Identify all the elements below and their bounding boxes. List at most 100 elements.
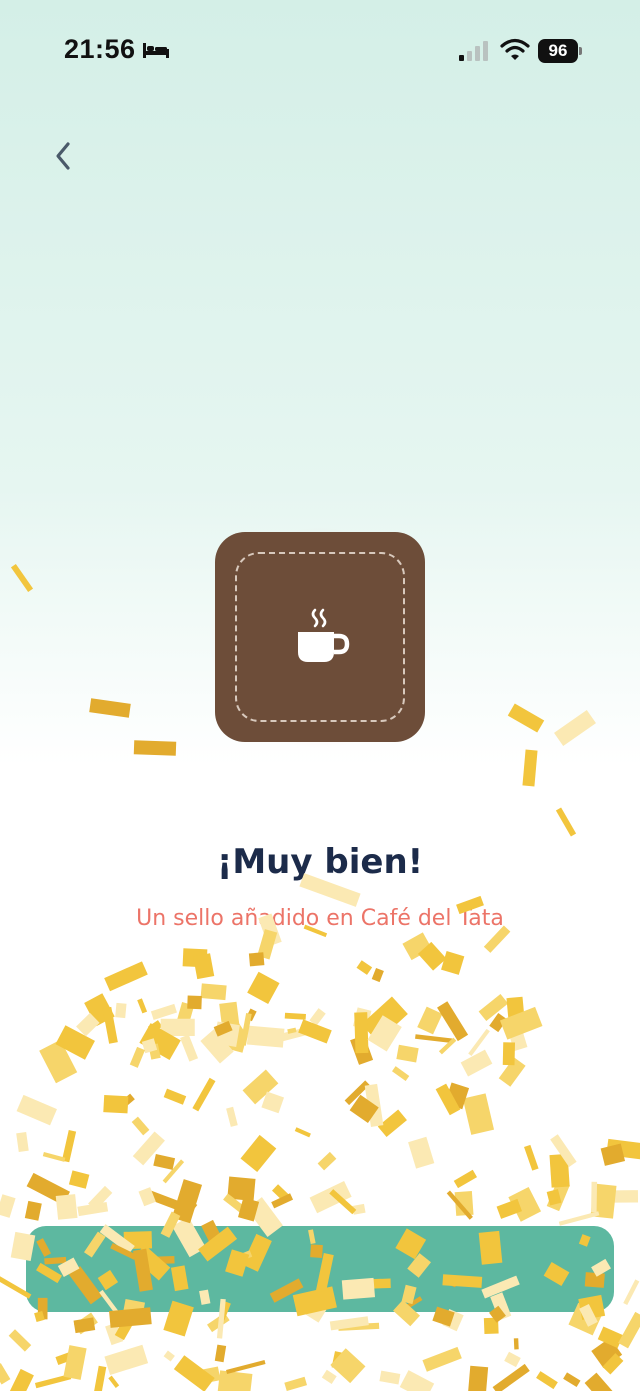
confetti-piece <box>284 1012 306 1020</box>
confetti-piece <box>240 1012 252 1046</box>
confetti-piece <box>402 932 432 961</box>
confetti-piece <box>177 1002 195 1024</box>
confetti-piece <box>141 1038 158 1054</box>
confetti-piece <box>10 563 34 593</box>
confetti-piece <box>271 1193 294 1209</box>
confetti-piece <box>356 960 373 975</box>
confetti-piece <box>16 1094 57 1126</box>
status-bar: 21:56 96 <box>0 0 640 100</box>
confetti-piece <box>73 1317 96 1334</box>
confetti-piece <box>321 1369 337 1384</box>
back-button[interactable] <box>40 132 88 180</box>
confetti-piece <box>218 1027 248 1053</box>
confetti-piece <box>39 1039 78 1084</box>
confetti-piece <box>330 1348 366 1384</box>
confetti-piece <box>454 1191 474 1216</box>
confetti-piece <box>444 1082 470 1110</box>
confetti-piece <box>437 1001 469 1042</box>
confetti-piece <box>309 1180 352 1214</box>
confetti-piece <box>214 1344 227 1363</box>
confetti-piece <box>344 1080 370 1106</box>
confetti-piece <box>506 996 525 1020</box>
confetti-piece <box>396 1044 419 1063</box>
confetti-piece <box>115 1002 127 1019</box>
confetti-piece <box>261 1091 285 1114</box>
confetti-piece <box>213 1021 240 1047</box>
confetti-piece <box>377 1109 407 1138</box>
confetti-piece <box>522 749 538 787</box>
confetti-piece <box>599 1190 639 1203</box>
confetti-piece <box>248 952 265 967</box>
confetti-piece <box>399 1370 435 1391</box>
confetti-piece <box>237 1197 260 1222</box>
confetti-piece <box>139 1023 181 1061</box>
confetti-piece <box>460 1049 493 1077</box>
confetti-piece <box>132 1131 165 1166</box>
confetti-piece <box>467 1365 489 1391</box>
confetti-piece <box>317 1151 337 1171</box>
confetti-piece <box>88 1185 113 1211</box>
confetti-piece <box>597 1326 624 1349</box>
confetti-piece <box>50 1185 66 1201</box>
confetti-piece <box>546 1180 570 1212</box>
confetti-piece <box>417 1006 443 1035</box>
confetti-piece <box>349 1094 379 1124</box>
confetti-piece <box>247 971 280 1005</box>
confetti-piece <box>153 1154 176 1170</box>
confetti-piece <box>371 967 384 983</box>
confetti-piece <box>550 1134 577 1167</box>
confetti-piece <box>558 1211 600 1226</box>
confetti-piece <box>563 1372 581 1388</box>
confetti-piece <box>148 1043 161 1060</box>
confetti-piece <box>173 1355 215 1391</box>
confetti-piece <box>606 1138 640 1160</box>
confetti-piece <box>499 1006 543 1040</box>
confetti-piece <box>228 1021 245 1039</box>
battery-icon: 96 <box>538 39 582 63</box>
confetti-piece <box>26 1172 70 1206</box>
confetti-piece <box>483 1317 499 1334</box>
success-title: ¡Muy bien! <box>216 842 424 882</box>
confetti-piece <box>120 1093 135 1108</box>
confetti-piece <box>309 1008 326 1026</box>
bed-icon <box>143 43 169 58</box>
confetti-piece <box>272 1184 291 1203</box>
confetti-piece <box>34 1310 45 1323</box>
confetti-piece <box>143 1188 179 1210</box>
confetti-piece <box>549 1153 570 1188</box>
confetti-piece <box>513 1338 519 1350</box>
confetti-piece <box>338 1322 380 1331</box>
confetti-piece <box>492 1363 530 1391</box>
battery-level: 96 <box>538 39 578 63</box>
confetti-piece <box>584 1372 614 1391</box>
confetti-piece <box>104 1344 149 1375</box>
confetti-piece <box>591 1337 623 1369</box>
confetti-piece <box>504 1351 521 1368</box>
confetti-piece <box>546 1189 562 1206</box>
confetti-piece <box>34 1373 72 1389</box>
confetti-piece <box>379 1370 401 1385</box>
confetti-piece <box>591 1181 598 1213</box>
confetti-piece <box>453 1169 478 1189</box>
confetti-piece <box>200 983 227 1001</box>
confetti-piece <box>442 1308 464 1332</box>
confetti-piece <box>163 1350 175 1362</box>
confetti-piece <box>623 1279 640 1305</box>
confetti-piece <box>331 1351 349 1371</box>
confetti-piece <box>182 948 208 968</box>
confetti-piece <box>438 1037 457 1055</box>
confetti-piece <box>329 1316 369 1331</box>
confetti-piece <box>462 1093 495 1135</box>
confetti-piece <box>350 1035 374 1065</box>
confetti-piece <box>133 740 177 756</box>
confetti-piece <box>193 953 215 980</box>
confetti-piece <box>16 1131 29 1152</box>
confetti-piece <box>554 709 596 747</box>
confetti-piece <box>227 1176 256 1201</box>
confetti-piece <box>226 1106 238 1127</box>
status-time: 21:56 <box>64 34 136 64</box>
confetti-piece <box>0 1194 16 1218</box>
continue-button[interactable] <box>26 1226 614 1312</box>
confetti-piece <box>89 698 131 718</box>
confetti-piece <box>200 1029 234 1064</box>
